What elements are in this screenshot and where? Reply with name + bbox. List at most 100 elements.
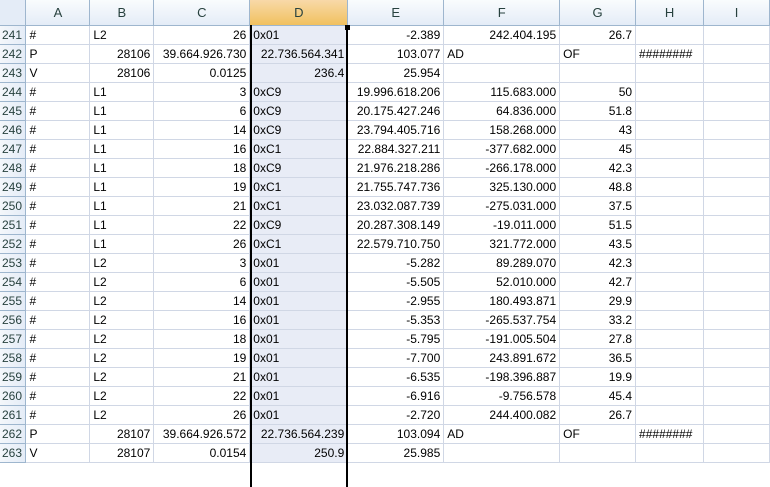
cell-f[interactable]: 243.891.672 xyxy=(443,348,561,368)
column-header-a[interactable]: A xyxy=(25,0,91,26)
cell-i[interactable] xyxy=(703,443,770,463)
cell-g[interactable]: 51.5 xyxy=(559,215,637,235)
cell-a[interactable]: # xyxy=(25,405,91,425)
cell-e[interactable]: 22.579.710.750 xyxy=(347,234,445,254)
cell-a[interactable]: V xyxy=(25,63,91,83)
cell-a[interactable]: P xyxy=(25,424,91,444)
cell-b[interactable]: L2 xyxy=(89,253,155,273)
cell-e[interactable]: 25.985 xyxy=(347,443,445,463)
cell-g[interactable]: 48.8 xyxy=(559,177,637,197)
cell-d[interactable]: 0xC9 xyxy=(249,158,349,178)
cell-c[interactable]: 21 xyxy=(153,196,251,216)
column-header-c[interactable]: C xyxy=(153,0,251,26)
cell-b[interactable]: L1 xyxy=(89,158,155,178)
column-header-i[interactable]: I xyxy=(703,0,770,26)
cell-h[interactable] xyxy=(635,234,705,254)
cell-e[interactable]: 103.094 xyxy=(347,424,445,444)
row-header[interactable]: 257 xyxy=(0,329,27,349)
cell-e[interactable]: -6.916 xyxy=(347,386,445,406)
cell-g[interactable]: 51.8 xyxy=(559,101,637,121)
cell-a[interactable]: # xyxy=(25,291,91,311)
cell-a[interactable]: # xyxy=(25,82,91,102)
cell-c[interactable]: 19 xyxy=(153,348,251,368)
cell-h[interactable] xyxy=(635,158,705,178)
cell-f[interactable]: -19.011.000 xyxy=(443,215,561,235)
cell-a[interactable]: # xyxy=(25,25,91,45)
cell-f[interactable]: 64.836.000 xyxy=(443,101,561,121)
cell-i[interactable] xyxy=(703,196,770,216)
cell-e[interactable]: 23.794.405.716 xyxy=(347,120,445,140)
cell-b[interactable]: L1 xyxy=(89,215,155,235)
cell-e[interactable]: 20.287.308.149 xyxy=(347,215,445,235)
row-header[interactable]: 255 xyxy=(0,291,27,311)
cell-h[interactable] xyxy=(635,329,705,349)
row-header[interactable]: 246 xyxy=(0,120,27,140)
cell-g[interactable]: 37.5 xyxy=(559,196,637,216)
cell-b[interactable]: L1 xyxy=(89,196,155,216)
cell-b[interactable]: 28107 xyxy=(89,443,155,463)
cell-d[interactable]: 0xC9 xyxy=(249,215,349,235)
cell-i[interactable] xyxy=(703,63,770,83)
cell-i[interactable] xyxy=(703,177,770,197)
cell-a[interactable]: # xyxy=(25,158,91,178)
row-header[interactable]: 249 xyxy=(0,177,27,197)
column-header-e[interactable]: E xyxy=(347,0,445,26)
cell-f[interactable]: -191.005.504 xyxy=(443,329,561,349)
cell-c[interactable]: 16 xyxy=(153,139,251,159)
cell-f[interactable]: 52.010.000 xyxy=(443,272,561,292)
cell-g[interactable] xyxy=(559,443,637,463)
cell-d[interactable]: 0xC9 xyxy=(249,101,349,121)
row-header[interactable]: 263 xyxy=(0,443,27,463)
cell-h[interactable] xyxy=(635,196,705,216)
cell-h[interactable] xyxy=(635,443,705,463)
row-header[interactable]: 254 xyxy=(0,272,27,292)
cell-i[interactable] xyxy=(703,44,770,64)
cell-h[interactable] xyxy=(635,63,705,83)
cell-h[interactable] xyxy=(635,101,705,121)
cell-e[interactable]: 21.976.218.286 xyxy=(347,158,445,178)
cell-e[interactable]: -2.389 xyxy=(347,25,445,45)
cell-f[interactable]: AD xyxy=(443,44,561,64)
cell-b[interactable]: L2 xyxy=(89,291,155,311)
cell-c[interactable]: 3 xyxy=(153,253,251,273)
cell-c[interactable]: 14 xyxy=(153,120,251,140)
row-header[interactable]: 258 xyxy=(0,348,27,368)
row-header[interactable]: 259 xyxy=(0,367,27,387)
cell-h[interactable]: ######## xyxy=(635,44,705,64)
cell-c[interactable]: 6 xyxy=(153,272,251,292)
cell-g[interactable]: OF xyxy=(559,424,637,444)
cell-i[interactable] xyxy=(703,310,770,330)
cell-d[interactable]: 22.736.564.239 xyxy=(249,424,349,444)
select-all-corner[interactable] xyxy=(0,0,27,26)
cell-d[interactable]: 0xC1 xyxy=(249,139,349,159)
cell-c[interactable]: 21 xyxy=(153,367,251,387)
cell-e[interactable]: -5.505 xyxy=(347,272,445,292)
cell-a[interactable]: # xyxy=(25,139,91,159)
cell-e[interactable]: -5.795 xyxy=(347,329,445,349)
cell-b[interactable]: 28106 xyxy=(89,63,155,83)
cell-i[interactable] xyxy=(703,25,770,45)
cell-d[interactable]: 0xC1 xyxy=(249,196,349,216)
cell-c[interactable]: 22 xyxy=(153,386,251,406)
cell-d[interactable]: 0x01 xyxy=(249,25,349,45)
row-header[interactable]: 244 xyxy=(0,82,27,102)
cell-b[interactable]: L1 xyxy=(89,120,155,140)
cell-f[interactable]: AD xyxy=(443,424,561,444)
cell-h[interactable]: ######## xyxy=(635,424,705,444)
cell-a[interactable]: # xyxy=(25,310,91,330)
row-header[interactable]: 248 xyxy=(0,158,27,178)
cell-d[interactable]: 0xC1 xyxy=(249,177,349,197)
cell-g[interactable]: 42.7 xyxy=(559,272,637,292)
cell-a[interactable]: # xyxy=(25,234,91,254)
row-header[interactable]: 253 xyxy=(0,253,27,273)
row-header[interactable]: 251 xyxy=(0,215,27,235)
cell-c[interactable]: 26 xyxy=(153,405,251,425)
cell-e[interactable]: 103.077 xyxy=(347,44,445,64)
cell-i[interactable] xyxy=(703,348,770,368)
cell-a[interactable]: # xyxy=(25,120,91,140)
cell-h[interactable] xyxy=(635,177,705,197)
cell-c[interactable]: 19 xyxy=(153,177,251,197)
cell-f[interactable]: -9.756.578 xyxy=(443,386,561,406)
cell-b[interactable]: L2 xyxy=(89,348,155,368)
cell-h[interactable] xyxy=(635,25,705,45)
